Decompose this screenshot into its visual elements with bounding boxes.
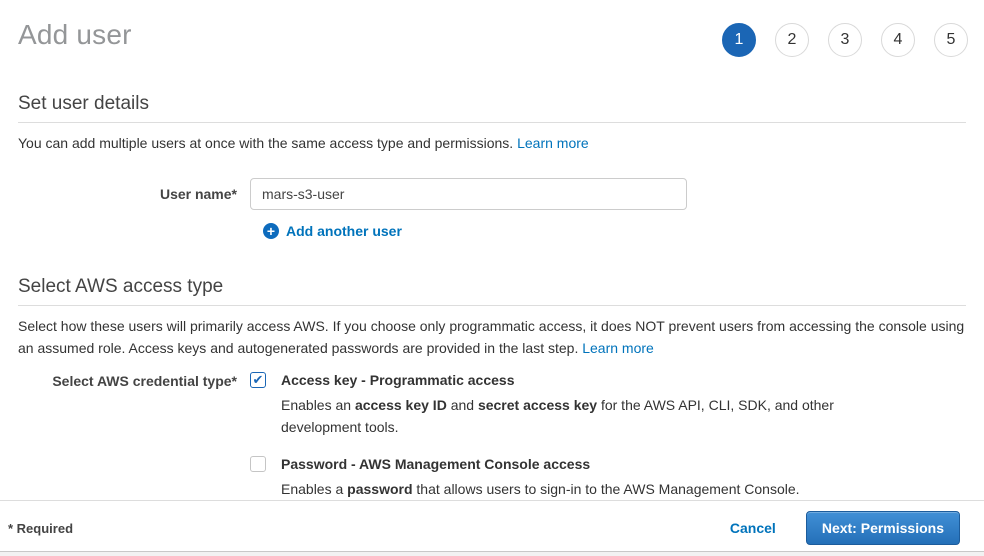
username-input[interactable]	[250, 178, 687, 210]
cancel-button[interactable]: Cancel	[730, 520, 776, 536]
wizard-footer: * Required Cancel Next: Permissions	[0, 500, 984, 556]
username-label: User name*	[18, 178, 250, 202]
wizard-content: Set user details You can add multiple us…	[0, 57, 984, 500]
add-another-user-button[interactable]: + Add another user	[263, 223, 966, 239]
credential-type-row: Select AWS credential type* ✔ Access key…	[18, 371, 966, 500]
username-row: User name*	[18, 178, 966, 210]
section-divider	[18, 122, 966, 123]
plus-circle-icon: +	[263, 223, 279, 239]
add-another-user-label: Add another user	[286, 223, 402, 239]
user-details-intro: You can add multiple users at once with …	[18, 132, 966, 154]
required-note: * Required	[8, 521, 73, 536]
programmatic-access-checkbox[interactable]: ✔	[250, 372, 266, 388]
console-access-description: Enables a password that allows users to …	[281, 478, 800, 500]
step-4[interactable]: 4	[881, 23, 915, 57]
access-type-heading: Select AWS access type	[18, 276, 966, 298]
step-5[interactable]: 5	[934, 23, 968, 57]
programmatic-access-description: Enables an access key ID and secret acce…	[281, 394, 841, 438]
next-permissions-button[interactable]: Next: Permissions	[806, 511, 960, 545]
credential-type-label: Select AWS credential type*	[18, 371, 250, 389]
step-2[interactable]: 2	[775, 23, 809, 57]
learn-more-link[interactable]: Learn more	[582, 340, 654, 356]
option-programmatic-access: ✔ Access key - Programmatic access Enabl…	[250, 371, 841, 438]
credential-options: ✔ Access key - Programmatic access Enabl…	[250, 371, 841, 500]
user-details-heading: Set user details	[18, 93, 966, 115]
access-type-intro: Select how these users will primarily ac…	[18, 315, 966, 359]
checkmark-icon: ✔	[253, 373, 264, 386]
console-access-title: Password - AWS Management Console access	[281, 455, 800, 474]
learn-more-link[interactable]: Learn more	[517, 135, 589, 151]
option-console-access: ✔ Password - AWS Management Console acce…	[250, 455, 841, 500]
step-1[interactable]: 1	[722, 23, 756, 57]
add-user-wizard: Add user 1 2 3 4 5 Set user details You …	[0, 0, 984, 552]
step-indicator: 1 2 3 4 5	[722, 23, 968, 57]
step-3[interactable]: 3	[828, 23, 862, 57]
console-access-checkbox[interactable]: ✔	[250, 456, 266, 472]
wizard-header: Add user 1 2 3 4 5	[0, 0, 984, 57]
section-divider	[18, 305, 966, 306]
programmatic-access-title: Access key - Programmatic access	[281, 371, 841, 390]
page-title: Add user	[18, 16, 132, 54]
